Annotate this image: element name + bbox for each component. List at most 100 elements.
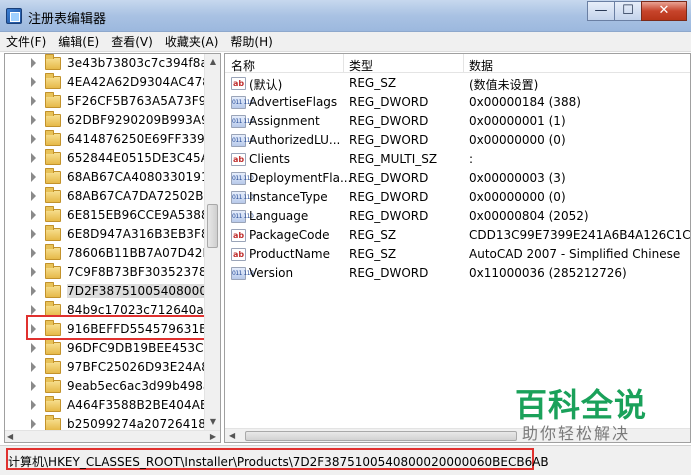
value-data: 0x00000003 (3): [469, 171, 566, 185]
value-row[interactable]: ab (默认) REG_SZ (数值未设置): [225, 74, 690, 93]
tree-item[interactable]: 9eab5ec6ac3d99b498a1: [5, 377, 205, 396]
value-row[interactable]: 011 110 InstanceType REG_DWORD 0x00000000 (…: [225, 188, 690, 207]
value-row[interactable]: 011 110 AdvertiseFlags REG_DWORD 0x00000184…: [225, 93, 690, 112]
menu-view[interactable]: 查看(V): [105, 32, 159, 51]
value-type: REG_DWORD: [349, 266, 429, 280]
expand-arrow-icon[interactable]: [31, 419, 36, 429]
scroll-down-icon[interactable]: ▼: [205, 414, 220, 430]
expand-arrow-icon[interactable]: [31, 134, 36, 144]
path-highlight: 计算机\HKEY_CLASSES_ROOT\Installer\Products…: [6, 448, 549, 470]
folder-icon: [45, 377, 61, 393]
menu-file[interactable]: 文件(F): [0, 32, 52, 51]
expand-arrow-icon[interactable]: [31, 343, 36, 353]
scroll-left-icon[interactable]: ◀: [7, 431, 13, 442]
tree-item[interactable]: 68AB67CA40803301919: [5, 168, 205, 187]
value-data: (数值未设置): [469, 78, 539, 92]
tree-item[interactable]: 4EA42A62D9304AC4784: [5, 73, 205, 92]
tree-item-label: 9eab5ec6ac3d99b498a1: [67, 379, 205, 393]
tree-item[interactable]: 68AB67CA7DA72502B74: [5, 187, 205, 206]
expand-arrow-icon[interactable]: [31, 305, 36, 315]
value-name: InstanceType: [249, 190, 328, 204]
tree-item-selected[interactable]: 7D2F3875100540800020: [5, 282, 205, 301]
expand-arrow-icon[interactable]: [31, 400, 36, 410]
binary-value-icon: 011 110: [231, 267, 254, 280]
expand-arrow-icon[interactable]: [31, 115, 36, 125]
scroll-right-icon[interactable]: ▶: [210, 431, 216, 442]
tree-item[interactable]: 62DBF9290209B993A9A: [5, 111, 205, 130]
tree-item[interactable]: A464F3588B2BE404ABE3: [5, 396, 205, 415]
registry-path: 计算机\HKEY_CLASSES_ROOT\Installer\Products…: [8, 455, 549, 469]
folder-icon: [45, 225, 61, 241]
folder-icon: [45, 187, 61, 203]
expand-arrow-icon[interactable]: [31, 77, 36, 87]
close-button[interactable]: ✕: [641, 1, 687, 21]
tree-item[interactable]: 97BFC25026D93E24A85: [5, 358, 205, 377]
value-row[interactable]: ab PackageCode REG_SZ CDD13C99E7399E241A6B4…: [225, 226, 690, 245]
tree-item[interactable]: 652844E0515DE3C45AEI: [5, 149, 205, 168]
column-divider[interactable]: [463, 54, 464, 73]
tree-vertical-scrollbar[interactable]: ▲ ▼: [204, 54, 220, 430]
expand-arrow-icon[interactable]: [31, 229, 36, 239]
tree-rows: 3e43b73803c7c394f8a6l 4EA42A62D9304AC478…: [5, 54, 205, 430]
value-row[interactable]: ab Clients REG_MULTI_SZ:: [225, 150, 690, 169]
window-title: 注册表编辑器: [28, 12, 107, 27]
tree-item-label: 3e43b73803c7c394f8a6l: [67, 56, 205, 70]
tree-item[interactable]: 6E815EB96CCE9A53884E: [5, 206, 205, 225]
value-row[interactable]: ab ProductName REG_SZ AutoCAD 2007 - Simpli…: [225, 245, 690, 264]
tree-item[interactable]: 7C9F8B73BF303523781E: [5, 263, 205, 282]
tree-item-label: 5F26CF5B763A5A73F92I: [67, 94, 205, 108]
tree-item[interactable]: 6E8D947A316B3EB3F8F5: [5, 225, 205, 244]
folder-icon: [45, 244, 61, 260]
registry-key-tree[interactable]: 3e43b73803c7c394f8a6l 4EA42A62D9304AC478…: [4, 53, 221, 443]
folder-icon: [45, 73, 61, 89]
expand-arrow-icon[interactable]: [31, 191, 36, 201]
tree-item[interactable]: 3e43b73803c7c394f8a6l: [5, 54, 205, 73]
string-value-icon: ab: [231, 229, 246, 242]
value-data: :: [469, 152, 474, 166]
value-row[interactable]: 011 110 Version REG_DWORD 0x11000036 (28521…: [225, 264, 690, 283]
column-header-type[interactable]: 类型: [349, 57, 373, 74]
column-header-name[interactable]: 名称: [231, 57, 255, 74]
expand-arrow-icon[interactable]: [31, 381, 36, 391]
expand-arrow-icon[interactable]: [31, 96, 36, 106]
value-data: 0x00000804 (2052): [469, 209, 589, 223]
tree-item-label: 6E815EB96CCE9A53884E: [67, 208, 205, 222]
column-divider[interactable]: [343, 54, 344, 73]
value-row[interactable]: 011 110 Assignment REG_DWORD 0x00000001 (1): [225, 112, 690, 131]
tree-item[interactable]: 5F26CF5B763A5A73F92I: [5, 92, 205, 111]
value-name: Clients: [249, 152, 290, 166]
expand-arrow-icon[interactable]: [31, 153, 36, 163]
expand-arrow-icon[interactable]: [31, 210, 36, 220]
string-value-icon: ab: [231, 77, 246, 90]
tree-horizontal-scrollbar[interactable]: ◀ ▶: [5, 430, 220, 442]
menu-edit[interactable]: 编辑(E): [52, 32, 105, 51]
expand-arrow-icon[interactable]: [31, 58, 36, 68]
scroll-thumb[interactable]: [207, 204, 218, 248]
column-header-data[interactable]: 数据: [469, 57, 493, 74]
tree-item[interactable]: b25099274a207264182f: [5, 415, 205, 430]
expand-arrow-icon[interactable]: [31, 248, 36, 258]
binary-value-icon: 011 110: [231, 210, 254, 223]
scroll-thumb[interactable]: [245, 431, 517, 441]
expand-arrow-icon[interactable]: [31, 362, 36, 372]
tree-item[interactable]: 6414876250E69FF33953: [5, 130, 205, 149]
scroll-up-icon[interactable]: ▲: [205, 54, 220, 70]
minimize-button[interactable]: —: [587, 1, 615, 21]
expand-arrow-icon[interactable]: [31, 286, 36, 296]
menu-help[interactable]: 帮助(H): [224, 32, 278, 51]
tree-item[interactable]: 96DFC9DB19BEE453C98: [5, 339, 205, 358]
expand-arrow-icon[interactable]: [31, 172, 36, 182]
value-row[interactable]: 011 110 DeploymentFla... REG_DWORD 0x000000…: [225, 169, 690, 188]
menu-favorites[interactable]: 收藏夹(A): [159, 32, 225, 51]
title-bar[interactable]: 注册表编辑器 — ☐ ✕: [0, 0, 691, 32]
value-row[interactable]: 011 110 Language REG_DWORD 0x00000804 (2052…: [225, 207, 690, 226]
column-headers: 名称 类型 数据: [225, 54, 690, 74]
value-row[interactable]: 011 110 AuthorizedLU... REG_DWORD 0x0000000…: [225, 131, 690, 150]
selected-key-highlight: [26, 315, 220, 340]
value-name: Version: [249, 266, 294, 280]
tree-item[interactable]: 78606B11BB7A07D42B4: [5, 244, 205, 263]
maximize-button[interactable]: ☐: [614, 1, 642, 21]
expand-arrow-icon[interactable]: [31, 267, 36, 277]
scroll-left-icon[interactable]: ◀: [229, 429, 235, 442]
tree-item-label: 6414876250E69FF33953: [67, 132, 205, 146]
